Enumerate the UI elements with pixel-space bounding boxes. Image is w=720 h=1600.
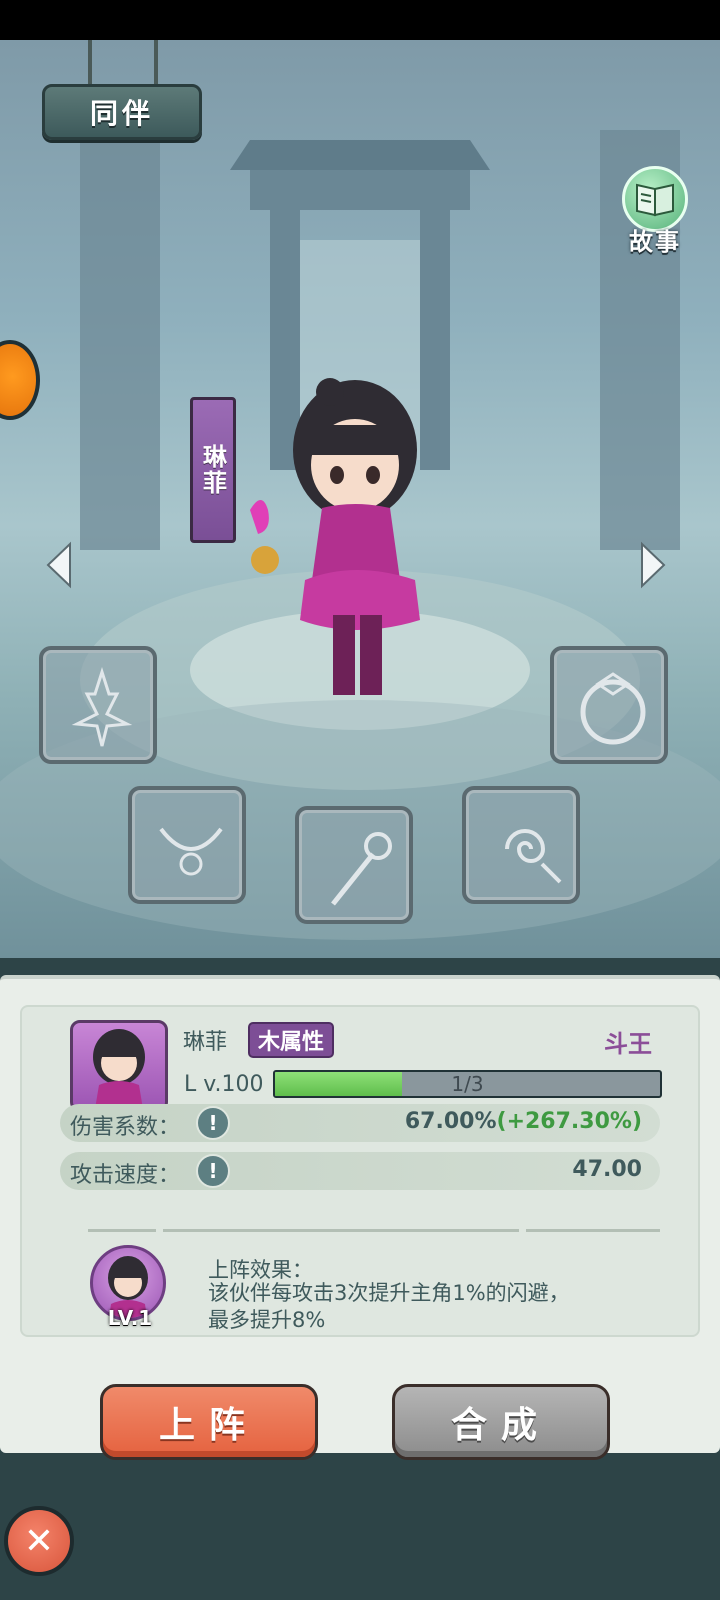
merge-button[interactable]: 合成 — [392, 1384, 610, 1460]
divider — [163, 1229, 519, 1232]
staff-icon — [331, 832, 392, 906]
page-title-sign: 同伴 — [42, 84, 202, 140]
skill-description-line: 该伙伴每攻击3次提升主角1%的闪避， — [208, 1281, 570, 1305]
story-button[interactable]: 故事 — [618, 166, 692, 256]
close-icon[interactable]: ✕ — [4, 1506, 74, 1576]
xp-progress-bar: 1/3 — [273, 1070, 662, 1098]
character-name-vertical: 琳菲 — [198, 444, 227, 496]
stat-row-attack-speed: 攻击速度： ! 47.00 — [60, 1152, 660, 1190]
companion-scene: 同伴 故事 琳菲 — [0, 40, 720, 975]
sign-rope-right — [154, 40, 158, 86]
stat-row-damage: 伤害系数： ! 67.00%(+267.30%) — [60, 1104, 660, 1142]
story-label: 故事 — [629, 228, 681, 256]
info-icon[interactable]: ! — [196, 1154, 230, 1188]
ring-slot[interactable] — [550, 646, 668, 764]
skill-level: LV.1 — [107, 1306, 153, 1330]
status-bar — [0, 0, 720, 40]
skill-description-line: 最多提升8% — [208, 1308, 326, 1332]
ring-icon — [580, 672, 646, 745]
weapon-icon — [71, 667, 133, 747]
staff-slot[interactable] — [295, 806, 413, 924]
necklace-slot[interactable] — [128, 786, 246, 904]
divider — [88, 1229, 156, 1232]
sign-rope-left — [88, 40, 92, 86]
info-icon[interactable]: ! — [196, 1106, 230, 1140]
previous-arrow-icon[interactable] — [42, 540, 78, 590]
hero-avatar — [70, 1020, 168, 1112]
stat-value: 67.00%(+267.30%) — [404, 1109, 642, 1134]
next-arrow-icon[interactable] — [634, 540, 670, 590]
amulet-slot[interactable] — [462, 786, 580, 904]
xp-progress-text: 1/3 — [451, 1072, 484, 1096]
hero-level: L v.100 — [184, 1072, 264, 1097]
skill-description: 该伙伴每攻击3次提升主角1%的闪避， 最多提升8% — [208, 1280, 638, 1334]
page-title: 同伴 — [89, 97, 154, 130]
attribute-badge: 木属性 — [248, 1022, 334, 1058]
stat-bonus: (+267.30%) — [496, 1109, 642, 1134]
weapon-slot[interactable] — [39, 646, 157, 764]
divider — [526, 1229, 660, 1232]
stat-label: 攻击速度： — [70, 1163, 181, 1188]
character-name-banner: 琳菲 — [190, 397, 236, 543]
deploy-button[interactable]: 上阵 — [100, 1384, 318, 1460]
necklace-icon — [159, 827, 223, 876]
stat-label: 伤害系数： — [70, 1115, 181, 1140]
hero-rank: 斗王 — [604, 1030, 652, 1058]
amulet-icon — [505, 829, 562, 884]
stat-value: 47.00 — [572, 1157, 642, 1182]
hero-name: 琳菲 — [183, 1030, 228, 1055]
